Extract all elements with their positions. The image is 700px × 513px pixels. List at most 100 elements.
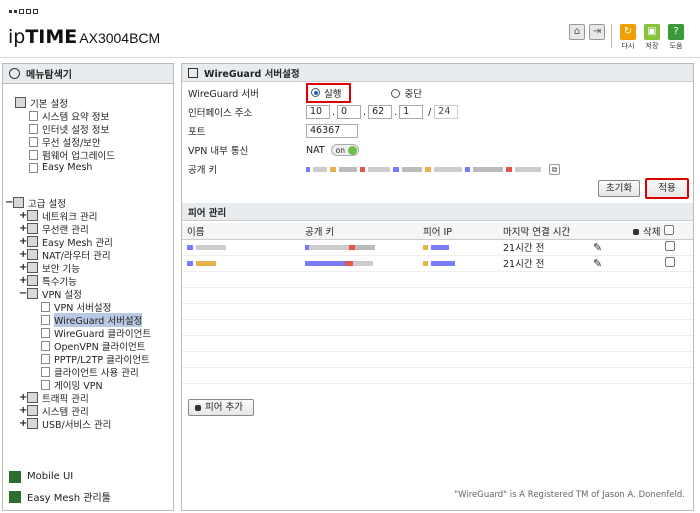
- help-button[interactable]: ? 도움: [666, 24, 686, 51]
- page-icon: [41, 301, 50, 312]
- page-icon: [41, 314, 50, 325]
- menu-pptp-l2tp-client[interactable]: PPTP/L2TP 클라이언트: [41, 352, 150, 366]
- port-row: 포트 46367: [188, 124, 358, 138]
- menu-wireguard-client[interactable]: WireGuard 클라이언트: [41, 326, 151, 340]
- trademark-footer: "WireGuard" is A Registered TM of Jason …: [454, 490, 685, 500]
- refresh-icon: ↻: [620, 24, 636, 40]
- ip-octet-3[interactable]: 62: [368, 105, 393, 119]
- menu-vpn-server[interactable]: VPN 서버설정: [41, 300, 111, 314]
- easymesh-tool-link[interactable]: Easy Mesh 관리툴: [9, 490, 111, 504]
- edit-icon[interactable]: ✎: [593, 241, 602, 254]
- menu-basic-settings[interactable]: 기본 설정: [15, 96, 68, 110]
- folder-icon: [27, 249, 38, 260]
- save-button[interactable]: ▣ 저장: [642, 24, 662, 51]
- menu-system[interactable]: + 시스템 관리: [19, 404, 89, 418]
- search-icon: [9, 68, 20, 79]
- menu-explorer: 메뉴탐색기 기본 설정 시스템 요약 정보 인터넷 설정 정보 무선 설정/보안…: [2, 63, 174, 511]
- folder-icon: [27, 418, 38, 429]
- settings-folder-icon: [15, 97, 26, 108]
- save-icon: ▣: [644, 24, 660, 40]
- run-radio-highlight: 실행: [306, 82, 352, 104]
- stop-radio[interactable]: 중단: [391, 86, 422, 100]
- select-all-checkbox[interactable]: [663, 224, 674, 235]
- menu-easymesh-management[interactable]: + Easy Mesh 관리: [19, 235, 113, 249]
- menu-nat-router[interactable]: + NAT/라우터 관리: [19, 248, 111, 262]
- port-input[interactable]: 46367: [306, 124, 358, 138]
- folder-icon: [27, 405, 38, 416]
- menu-firmware-upgrade[interactable]: 펌웨어 업그레이드: [29, 148, 115, 162]
- brand-logo: ipTIME AX3004BCM: [8, 26, 161, 48]
- folder-icon: [27, 288, 38, 299]
- folder-icon: [27, 262, 38, 273]
- vpn-internal-row: VPN 내부 통신 NAT on: [188, 143, 360, 157]
- brand-dots-icon: [9, 9, 38, 14]
- home-icon[interactable]: ⌂: [569, 24, 585, 40]
- reset-button[interactable]: 초기화: [598, 180, 640, 197]
- menu-vpn-settings[interactable]: − VPN 설정: [19, 287, 82, 301]
- mesh-tool-icon: [9, 490, 21, 503]
- pubkey-row: 공개 키 ⧉: [188, 162, 560, 176]
- col-pubkey: 공개 키: [300, 223, 418, 240]
- interface-row: 인터페이스 주소 10. 0. 62. 1 / 24: [188, 105, 459, 119]
- col-delete: 삭제: [628, 223, 693, 240]
- menu-client-usage[interactable]: 클라이언트 사용 관리: [41, 365, 139, 379]
- menu-network-management[interactable]: + 네트워크 관리: [19, 209, 97, 223]
- menu-wireless-security[interactable]: 무선 설정/보안: [29, 135, 101, 149]
- copy-icon[interactable]: ⧉: [549, 163, 560, 175]
- content-panel: WireGuard 서버설정 WireGuard 서버 실행 중단 인터페이스 …: [181, 63, 694, 511]
- folder-icon: [27, 210, 38, 221]
- col-name: 이름: [182, 223, 300, 240]
- menu-easy-mesh[interactable]: Easy Mesh: [29, 161, 92, 174]
- top-header: ipTIME AX3004BCM ⌂ ⇥ ↻ 다시 ▣ 저장 ? 도움: [0, 0, 700, 58]
- folder-icon: [27, 392, 38, 403]
- menu-gaming-vpn[interactable]: 게이밍 VPN: [41, 378, 103, 392]
- menu-special[interactable]: + 특수기능: [19, 274, 77, 288]
- row-delete-checkbox[interactable]: [665, 240, 675, 251]
- table-row: 21시간 전 ✎: [182, 255, 693, 272]
- ip-octet-4[interactable]: 1: [399, 105, 424, 119]
- menu-explorer-header: 메뉴탐색기: [3, 64, 173, 84]
- row-delete-checkbox[interactable]: [665, 256, 675, 267]
- nat-toggle[interactable]: on: [330, 144, 360, 156]
- peer-table: 이름 공개 키 피어 IP 마지막 연결 시간 삭제 21시간 전 ✎ 21시간…: [182, 223, 693, 384]
- table-row: 21시간 전 ✎: [182, 239, 693, 256]
- menu-internet-info[interactable]: 인터넷 설정 정보: [29, 122, 109, 136]
- add-icon: [195, 404, 201, 411]
- ip-octet-2[interactable]: 0: [337, 105, 362, 119]
- menu-wireguard-server[interactable]: WireGuard 서버설정: [41, 312, 143, 327]
- page-icon: [29, 123, 38, 134]
- folder-icon: [27, 275, 38, 286]
- peer-section-header: 피어 관리: [182, 203, 693, 221]
- section-header: WireGuard 서버설정: [182, 64, 693, 82]
- window-icon: [188, 67, 198, 78]
- help-icon: ?: [668, 24, 684, 40]
- menu-traffic[interactable]: + 트래픽 관리: [19, 391, 89, 405]
- page-icon: [29, 149, 38, 160]
- menu-wlan-management[interactable]: + 무선랜 관리: [19, 222, 89, 236]
- public-key-redacted: [306, 166, 541, 172]
- add-peer-button[interactable]: 피어 추가: [188, 399, 254, 416]
- refresh-button[interactable]: ↻ 다시: [618, 24, 638, 51]
- run-radio[interactable]: 실행: [311, 86, 341, 100]
- menu-openvpn-client[interactable]: OpenVPN 클라이언트: [41, 339, 145, 353]
- menu-security[interactable]: + 보안 기능: [19, 261, 80, 275]
- menu-advanced-settings[interactable]: − 고급 설정: [5, 196, 66, 210]
- page-icon: [41, 340, 50, 351]
- col-peer-ip: 피어 IP: [418, 223, 498, 240]
- folder-icon: [27, 236, 38, 247]
- col-last-connection: 마지막 연결 시간: [498, 223, 588, 240]
- ip-octet-1[interactable]: 10: [306, 105, 330, 119]
- menu-system-summary[interactable]: 시스템 요약 정보: [29, 109, 109, 123]
- mobile-ui-link[interactable]: Mobile UI: [9, 470, 73, 483]
- logout-icon[interactable]: ⇥: [589, 24, 605, 40]
- subnet-prefix: 24: [434, 105, 459, 119]
- menu-usb-service[interactable]: + USB/서비스 관리: [19, 417, 111, 431]
- page-icon: [41, 379, 50, 390]
- page-icon: [41, 353, 50, 364]
- page-icon: [41, 327, 50, 338]
- apply-button[interactable]: 적용: [645, 178, 689, 199]
- edit-icon[interactable]: ✎: [593, 257, 602, 270]
- page-icon: [29, 162, 38, 173]
- folder-icon: [27, 223, 38, 234]
- mobile-icon: [9, 470, 21, 483]
